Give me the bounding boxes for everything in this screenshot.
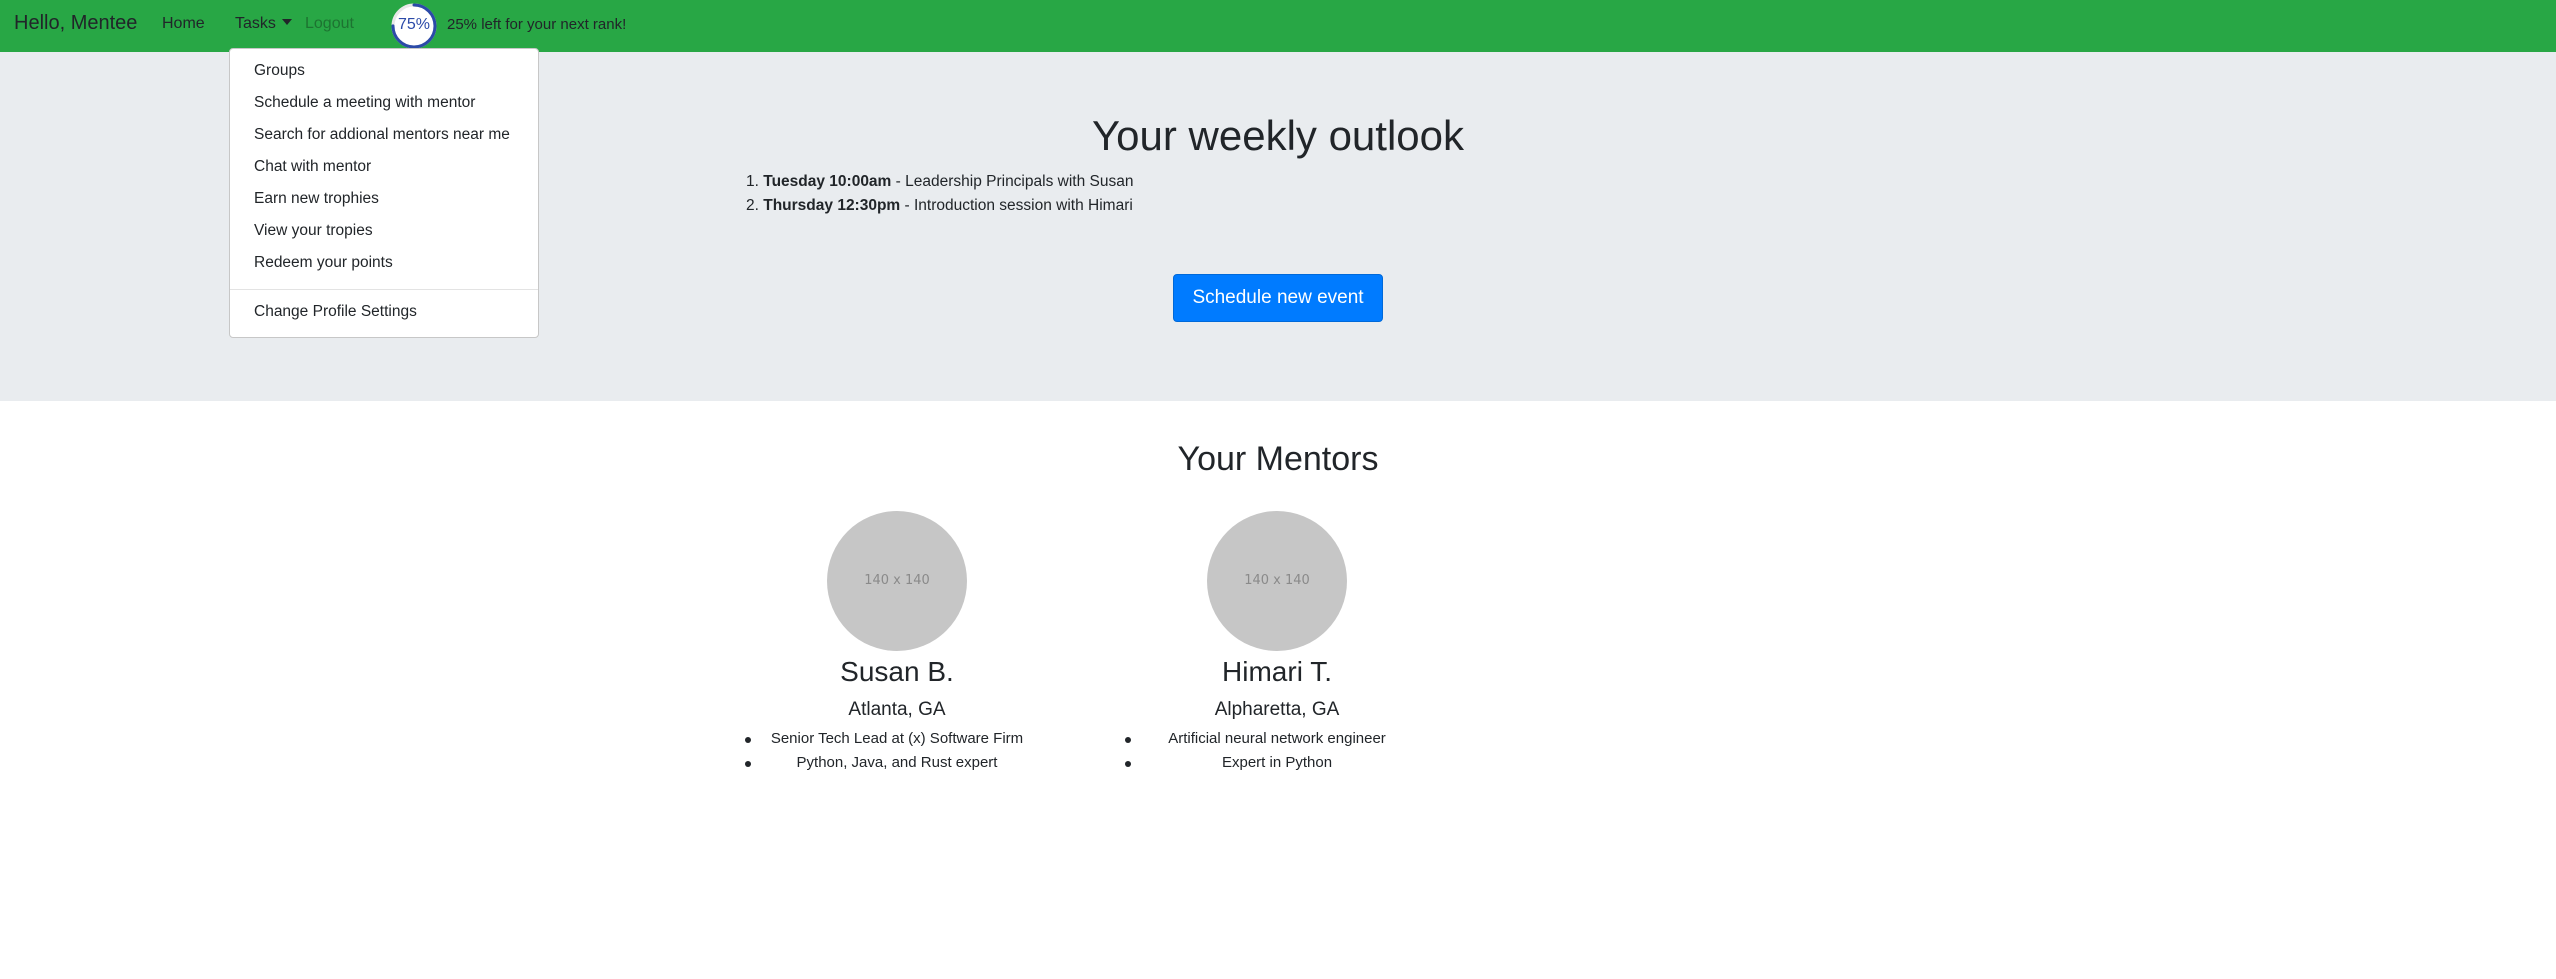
- nav-home-link[interactable]: Home: [162, 15, 205, 33]
- tasks-dropdown-menu: Groups Schedule a meeting with mentor Se…: [229, 48, 539, 338]
- dropdown-divider: [230, 289, 538, 290]
- mentor-avatar: 140 x 140: [827, 511, 967, 651]
- dropdown-item-groups[interactable]: Groups: [254, 62, 305, 80]
- event-time: Thursday 12:30pm: [763, 197, 901, 214]
- mentor-name: Susan B.: [840, 656, 954, 687]
- event-number: 2.: [746, 197, 759, 214]
- navbar-brand[interactable]: Hello, Mentee: [14, 12, 137, 35]
- mentor-name: Himari T.: [1222, 656, 1332, 687]
- dropdown-item-earn-trophies[interactable]: Earn new trophies: [254, 190, 379, 208]
- nav-tasks-label: Tasks: [235, 15, 276, 32]
- mentor-details-list: Artificial neural network engineer Exper…: [1087, 727, 1467, 775]
- event-description: - Introduction session with Himari: [900, 197, 1133, 214]
- dropdown-item-profile-settings[interactable]: Change Profile Settings: [254, 303, 417, 321]
- event-number: 1.: [746, 173, 759, 190]
- nav-tasks-dropdown-toggle[interactable]: Tasks: [235, 15, 292, 33]
- dropdown-item-search-mentors[interactable]: Search for addional mentors near me: [254, 126, 510, 144]
- nav-logout-link[interactable]: Logout: [305, 15, 354, 33]
- schedule-new-event-button[interactable]: Schedule new event: [1173, 274, 1383, 322]
- mentor-detail-item: Python, Java, and Rust expert: [707, 751, 1087, 775]
- dropdown-item-redeem-points[interactable]: Redeem your points: [254, 254, 393, 272]
- event-item: 1. Tuesday 10:00am - Leadership Principa…: [746, 170, 1133, 194]
- mentor-detail-item: Expert in Python: [1087, 751, 1467, 775]
- event-item: 2. Thursday 12:30pm - Introduction sessi…: [746, 194, 1133, 218]
- mentor-card: 140 x 140 Himari T. Alpharetta, GA Artif…: [1087, 511, 1467, 775]
- event-description: - Leadership Principals with Susan: [891, 173, 1134, 190]
- rank-progress-ring: 75%: [390, 2, 438, 50]
- event-time: Tuesday 10:00am: [763, 173, 892, 190]
- mentor-location: Alpharetta, GA: [1214, 699, 1340, 720]
- rank-progress-text: 25% left for your next rank!: [447, 16, 627, 33]
- mentors-title: Your Mentors: [1177, 440, 1379, 478]
- mentor-avatar: 140 x 140: [1207, 511, 1347, 651]
- mentor-card: 140 x 140 Susan B. Atlanta, GA Senior Te…: [707, 511, 1087, 775]
- caret-down-icon: [281, 19, 292, 25]
- dropdown-item-schedule-meeting[interactable]: Schedule a meeting with mentor: [254, 94, 475, 112]
- mentor-detail-item: Senior Tech Lead at (x) Software Firm: [707, 727, 1087, 751]
- dropdown-item-chat-mentor[interactable]: Chat with mentor: [254, 158, 371, 176]
- progress-percent-text: 75%: [397, 16, 431, 33]
- mentor-location: Atlanta, GA: [848, 699, 946, 720]
- weekly-events-list: 1. Tuesday 10:00am - Leadership Principa…: [746, 170, 1133, 218]
- mentor-details-list: Senior Tech Lead at (x) Software Firm Py…: [707, 727, 1087, 775]
- mentor-detail-item: Artificial neural network engineer: [1087, 727, 1467, 751]
- dropdown-item-view-trophies[interactable]: View your tropies: [254, 222, 373, 240]
- top-navbar: Hello, Mentee Home Tasks Logout 75% 25% …: [0, 0, 2556, 52]
